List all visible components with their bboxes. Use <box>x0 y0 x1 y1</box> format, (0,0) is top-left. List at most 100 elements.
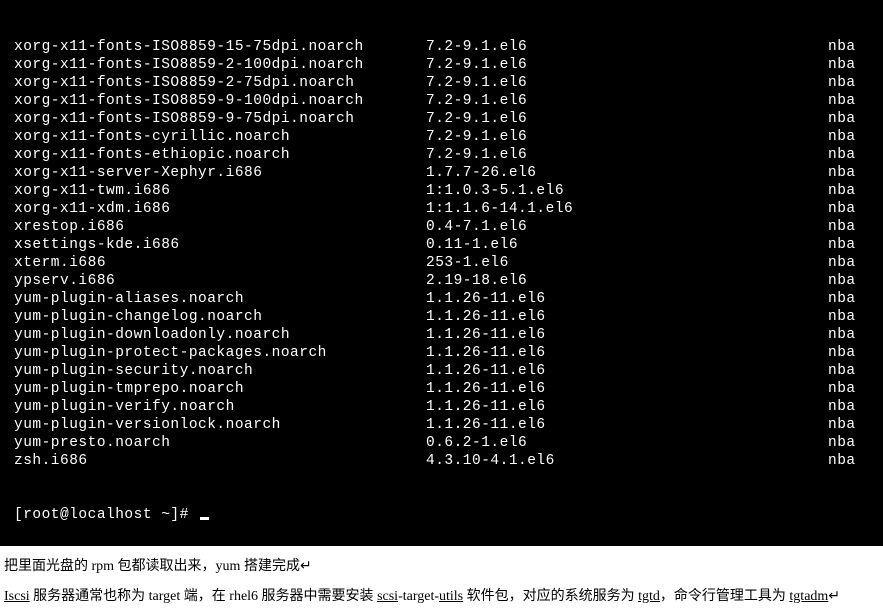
package-name: ypserv.i686 <box>14 272 426 290</box>
package-repo: nba <box>828 254 883 272</box>
package-name: yum-plugin-downloadonly.noarch <box>14 326 426 344</box>
package-version: 1:1.0.3-5.1.el6 <box>426 182 828 200</box>
package-version: 1.1.26-11.el6 <box>426 380 828 398</box>
package-name: zsh.i686 <box>14 452 426 470</box>
package-row: xorg-x11-server-Xephyr.i6861.7.7-26.el6n… <box>14 164 883 182</box>
package-row: xsettings-kde.i6860.11-1.el6nba <box>14 236 883 254</box>
package-row: xorg-x11-fonts-ethiopic.noarch7.2-9.1.el… <box>14 146 883 164</box>
package-row: xorg-x11-fonts-ISO8859-9-75dpi.noarch7.2… <box>14 110 883 128</box>
package-version: 2.19-18.el6 <box>426 272 828 290</box>
package-version: 1.1.26-11.el6 <box>426 362 828 380</box>
package-version: 7.2-9.1.el6 <box>426 146 828 164</box>
package-repo: nba <box>828 146 883 164</box>
document-body: 把里面光盘的 rpm 包都读取出来，yum 搭建完成↵ Iscsi 服务器通常也… <box>0 546 883 616</box>
package-row: xorg-x11-fonts-ISO8859-2-75dpi.noarch7.2… <box>14 74 883 92</box>
package-version: 1.1.26-11.el6 <box>426 398 828 416</box>
package-repo: nba <box>828 308 883 326</box>
package-repo: nba <box>828 380 883 398</box>
package-version: 7.2-9.1.el6 <box>426 92 828 110</box>
package-name: xorg-x11-fonts-ISO8859-2-100dpi.noarch <box>14 56 426 74</box>
package-row: yum-plugin-protect-packages.noarch1.1.26… <box>14 344 883 362</box>
package-row: yum-plugin-tmprepo.noarch1.1.26-11.el6nb… <box>14 380 883 398</box>
package-repo: nba <box>828 218 883 236</box>
package-name: xorg-x11-twm.i686 <box>14 182 426 200</box>
package-version: 1.1.26-11.el6 <box>426 344 828 362</box>
package-version: 7.2-9.1.el6 <box>426 110 828 128</box>
package-name: yum-plugin-verify.noarch <box>14 398 426 416</box>
package-repo: nba <box>828 182 883 200</box>
package-row: yum-plugin-verify.noarch1.1.26-11.el6nba <box>14 398 883 416</box>
package-repo: nba <box>828 236 883 254</box>
package-version: 1.1.26-11.el6 <box>426 308 828 326</box>
package-row: yum-presto.noarch0.6.2-1.el6nba <box>14 434 883 452</box>
package-row: yum-plugin-downloadonly.noarch1.1.26-11.… <box>14 326 883 344</box>
package-name: xorg-x11-fonts-ISO8859-15-75dpi.noarch <box>14 38 426 56</box>
package-repo: nba <box>828 56 883 74</box>
package-row: yum-plugin-security.noarch1.1.26-11.el6n… <box>14 362 883 380</box>
paragraph-mark-icon: ↵ <box>828 587 840 603</box>
package-row: yum-plugin-aliases.noarch1.1.26-11.el6nb… <box>14 290 883 308</box>
package-name: xorg-x11-xdm.i686 <box>14 200 426 218</box>
doc-line-2: Iscsi 服务器通常也称为 target 端，在 rhel6 服务器中需要安装… <box>4 582 873 610</box>
package-name: xterm.i686 <box>14 254 426 272</box>
package-repo: nba <box>828 344 883 362</box>
package-row: xrestop.i6860.4-7.1.el6nba <box>14 218 883 236</box>
package-name: yum-plugin-tmprepo.noarch <box>14 380 426 398</box>
package-version: 1.1.26-11.el6 <box>426 326 828 344</box>
terminal-output[interactable]: xorg-x11-fonts-ISO8859-15-75dpi.noarch7.… <box>0 0 883 546</box>
package-name: yum-presto.noarch <box>14 434 426 452</box>
package-version: 253-1.el6 <box>426 254 828 272</box>
package-name: xsettings-kde.i686 <box>14 236 426 254</box>
package-version: 7.2-9.1.el6 <box>426 56 828 74</box>
doc-line-1: 把里面光盘的 rpm 包都读取出来，yum 搭建完成↵ <box>4 552 873 580</box>
package-repo: nba <box>828 416 883 434</box>
package-name: yum-plugin-aliases.noarch <box>14 290 426 308</box>
package-row: ypserv.i6862.19-18.el6nba <box>14 272 883 290</box>
package-repo: nba <box>828 272 883 290</box>
package-repo: nba <box>828 110 883 128</box>
shell-prompt[interactable]: [root@localhost ~]# <box>14 506 883 524</box>
package-repo: nba <box>828 200 883 218</box>
package-version: 7.2-9.1.el6 <box>426 128 828 146</box>
package-repo: nba <box>828 92 883 110</box>
package-version: 7.2-9.1.el6 <box>426 38 828 56</box>
package-name: yum-plugin-protect-packages.noarch <box>14 344 426 362</box>
package-name: yum-plugin-security.noarch <box>14 362 426 380</box>
package-version: 1:1.1.6-14.1.el6 <box>426 200 828 218</box>
package-version: 1.1.26-11.el6 <box>426 416 828 434</box>
package-name: xorg-x11-fonts-cyrillic.noarch <box>14 128 426 146</box>
paragraph-mark-icon: ↵ <box>300 557 312 573</box>
package-name: xorg-x11-fonts-ethiopic.noarch <box>14 146 426 164</box>
package-repo: nba <box>828 398 883 416</box>
package-row: xorg-x11-fonts-ISO8859-15-75dpi.noarch7.… <box>14 38 883 56</box>
package-name: xorg-x11-fonts-ISO8859-2-75dpi.noarch <box>14 74 426 92</box>
package-row: xterm.i686253-1.el6nba <box>14 254 883 272</box>
package-repo: nba <box>828 326 883 344</box>
package-name: xorg-x11-fonts-ISO8859-9-100dpi.noarch <box>14 92 426 110</box>
package-repo: nba <box>828 164 883 182</box>
package-repo: nba <box>828 452 883 470</box>
prompt-text: [root@localhost ~]# <box>14 507 198 523</box>
package-repo: nba <box>828 38 883 56</box>
package-version: 0.4-7.1.el6 <box>426 218 828 236</box>
package-name: xorg-x11-server-Xephyr.i686 <box>14 164 426 182</box>
cursor-icon <box>200 517 209 520</box>
package-repo: nba <box>828 434 883 452</box>
package-name: xorg-x11-fonts-ISO8859-9-75dpi.noarch <box>14 110 426 128</box>
package-row: xorg-x11-fonts-ISO8859-9-100dpi.noarch7.… <box>14 92 883 110</box>
package-version: 0.6.2-1.el6 <box>426 434 828 452</box>
package-row: xorg-x11-twm.i6861:1.0.3-5.1.el6nba <box>14 182 883 200</box>
package-version: 0.11-1.el6 <box>426 236 828 254</box>
package-row: xorg-x11-fonts-cyrillic.noarch7.2-9.1.el… <box>14 128 883 146</box>
package-row: yum-plugin-versionlock.noarch1.1.26-11.e… <box>14 416 883 434</box>
package-name: yum-plugin-versionlock.noarch <box>14 416 426 434</box>
package-row: yum-plugin-changelog.noarch1.1.26-11.el6… <box>14 308 883 326</box>
package-version: 7.2-9.1.el6 <box>426 74 828 92</box>
package-row: zsh.i6864.3.10-4.1.el6nba <box>14 452 883 470</box>
package-name: yum-plugin-changelog.noarch <box>14 308 426 326</box>
package-row: xorg-x11-xdm.i6861:1.1.6-14.1.el6nba <box>14 200 883 218</box>
package-repo: nba <box>828 362 883 380</box>
package-version: 4.3.10-4.1.el6 <box>426 452 828 470</box>
package-name: xrestop.i686 <box>14 218 426 236</box>
package-row: xorg-x11-fonts-ISO8859-2-100dpi.noarch7.… <box>14 56 883 74</box>
